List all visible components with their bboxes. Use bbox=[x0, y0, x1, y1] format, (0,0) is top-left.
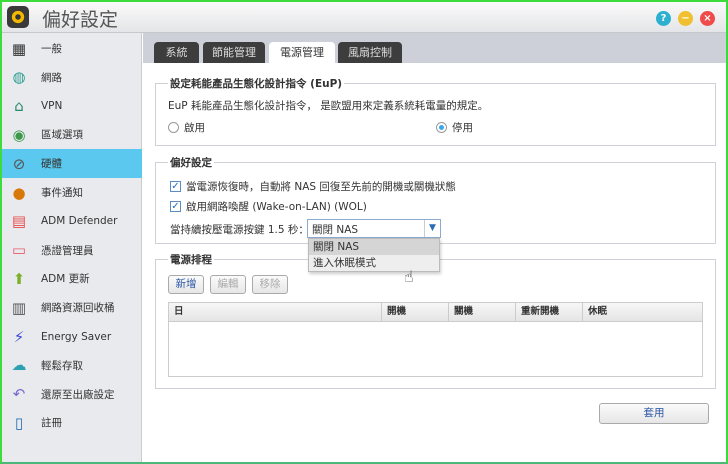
wol-label: 啟用網路喚醒 (Wake-on-LAN) (WOL) bbox=[186, 201, 367, 213]
title-bar: 偏好設定 ? − × bbox=[2, 2, 726, 33]
firewall-icon: ▤ bbox=[11, 212, 27, 231]
alert-icon: ● bbox=[12, 183, 26, 202]
close-icon[interactable]: × bbox=[700, 11, 715, 26]
sidebar-item-label: 輕鬆存取 bbox=[41, 359, 83, 372]
power-button-label: 當持續按壓電源按鍵 1.5 秒： bbox=[170, 224, 309, 236]
region-icon: ◉ bbox=[12, 125, 26, 144]
hardware-icon: ⊘ bbox=[12, 154, 26, 173]
sidebar-item-label: 還原至出廠設定 bbox=[41, 388, 115, 401]
nas-icon: ▦ bbox=[11, 39, 27, 58]
sidebar-item-label: 事件通知 bbox=[41, 187, 83, 199]
help-icon[interactable]: ? bbox=[656, 11, 671, 26]
sidebar-item-0[interactable]: ▦ 一般 bbox=[2, 34, 142, 63]
checkbox-checked-icon: ✓ bbox=[170, 181, 181, 192]
radio-checked-icon bbox=[436, 122, 447, 133]
sidebar-item-11[interactable]: ☁ 輕鬆存取 bbox=[2, 351, 142, 380]
sidebar-item-label: 註冊 bbox=[41, 417, 62, 430]
preferences-legend: 偏好設定 bbox=[170, 157, 212, 169]
option-shutdown[interactable]: 關閉 NAS bbox=[309, 239, 439, 255]
sidebar-item-label: 憑證管理員 bbox=[41, 244, 94, 257]
restore-state-label: 當電源恢復時，自動將 NAS 回復至先前的開機或關機狀態 bbox=[186, 181, 456, 193]
sidebar-item-7[interactable]: ▭ 憑證管理員 bbox=[2, 236, 142, 265]
tab-energy[interactable]: 節能管理 bbox=[203, 42, 265, 63]
preferences-window: 偏好設定 ? − × ▦ 一般 ◍ 網路 ⌂ VPN ◉ 區域選項 ⊘ 硬體 ● 事件通知 ▤ ADM D… bbox=[0, 0, 728, 464]
house-network-icon: ⌂ bbox=[14, 97, 24, 116]
sidebar-item-label: 網路資源回收桶 bbox=[41, 302, 115, 315]
trash-icon: ▥ bbox=[11, 298, 27, 317]
sidebar-item-label: VPN bbox=[41, 100, 63, 113]
register-icon: ▯ bbox=[14, 413, 24, 432]
power-button-select[interactable]: 關閉 NAS ▼ bbox=[307, 219, 441, 238]
sidebar-item-1[interactable]: ◍ 網路 bbox=[2, 63, 142, 92]
restore-state-checkbox[interactable]: ✓ 當電源恢復時，自動將 NAS 回復至先前的開機或關機狀態 bbox=[170, 179, 456, 194]
eup-enable-radio[interactable]: 啟用 bbox=[168, 120, 205, 135]
apply-button[interactable]: 套用 bbox=[599, 403, 709, 424]
sidebar-item-4[interactable]: ⊘ 硬體 bbox=[2, 149, 142, 179]
update-arrow-icon: ⬆ bbox=[12, 269, 26, 288]
add-button[interactable]: 新增 bbox=[168, 275, 204, 294]
sidebar: ▦ 一般 ◍ 網路 ⌂ VPN ◉ 區域選項 ⊘ 硬體 ● 事件通知 ▤ ADM Defender ▭ 憑證管… bbox=[2, 33, 142, 462]
app-logo-icon bbox=[7, 6, 29, 28]
eup-legend: 設定耗能產品生態化設計指令 (EuP) bbox=[170, 78, 343, 90]
sidebar-item-label: 硬體 bbox=[41, 158, 62, 171]
lightning-icon: ⚡ bbox=[13, 327, 25, 346]
sidebar-item-label: ADM Defender bbox=[41, 215, 118, 228]
sidebar-item-label: ADM 更新 bbox=[41, 273, 90, 286]
column-power-off[interactable]: 關機 bbox=[449, 303, 516, 321]
globe-icon: ◍ bbox=[12, 68, 26, 87]
tab-fan[interactable]: 風扇控制 bbox=[338, 42, 402, 63]
hand-cursor-icon: ☝ bbox=[404, 267, 414, 286]
edit-button[interactable]: 編輯 bbox=[210, 275, 246, 294]
power-button-dropdown: 關閉 NAS 進入休眠模式 bbox=[308, 238, 440, 272]
cloud-upload-icon: ☁ bbox=[11, 356, 27, 375]
sidebar-item-label: 一般 bbox=[41, 43, 62, 55]
table-header: 日 開機 關機 重新開機 休眠 bbox=[169, 303, 702, 322]
tab-system[interactable]: 系統 bbox=[154, 42, 199, 63]
sidebar-item-2[interactable]: ⌂ VPN bbox=[2, 92, 142, 121]
sidebar-item-13[interactable]: ▯ 註冊 bbox=[2, 408, 142, 437]
select-value: 關閉 NAS bbox=[312, 224, 359, 236]
column-day[interactable]: 日 bbox=[169, 303, 382, 321]
eup-enable-label: 啟用 bbox=[184, 122, 205, 134]
schedule-table: 日 開機 關機 重新開機 休眠 bbox=[168, 302, 703, 377]
checkbox-checked-icon: ✓ bbox=[170, 201, 181, 212]
sidebar-item-3[interactable]: ◉ 區域選項 bbox=[2, 120, 142, 149]
eup-disable-radio[interactable]: 停用 bbox=[436, 120, 473, 135]
tab-bar: 系統 節能管理 電源管理 風扇控制 bbox=[143, 33, 726, 63]
sidebar-item-10[interactable]: ⚡ Energy Saver bbox=[2, 322, 142, 351]
eup-description: EuP 耗能產品生態化設計指令， 是歐盟用來定義系統耗電量的規定。 bbox=[168, 100, 489, 112]
chevron-down-icon[interactable]: ▼ bbox=[424, 220, 440, 237]
remove-button[interactable]: 移除 bbox=[252, 275, 288, 294]
sidebar-item-12[interactable]: ↶ 還原至出廠設定 bbox=[2, 380, 142, 409]
sidebar-item-8[interactable]: ⬆ ADM 更新 bbox=[2, 264, 142, 293]
wol-checkbox[interactable]: ✓ 啟用網路喚醒 (Wake-on-LAN) (WOL) bbox=[170, 199, 367, 214]
column-restart[interactable]: 重新開機 bbox=[516, 303, 583, 321]
sidebar-item-5[interactable]: ● 事件通知 bbox=[2, 178, 142, 207]
undo-icon: ↶ bbox=[12, 385, 26, 404]
sidebar-item-6[interactable]: ▤ ADM Defender bbox=[2, 207, 142, 236]
sidebar-item-label: Energy Saver bbox=[41, 330, 112, 343]
column-sleep[interactable]: 休眠 bbox=[583, 303, 650, 321]
certificate-icon: ▭ bbox=[11, 241, 27, 260]
option-sleep[interactable]: 進入休眠模式 bbox=[309, 255, 439, 271]
eup-disable-label: 停用 bbox=[452, 122, 473, 134]
sidebar-item-label: 網路 bbox=[41, 71, 62, 84]
radio-icon bbox=[168, 122, 179, 133]
minimize-icon[interactable]: − bbox=[678, 11, 693, 26]
schedule-legend: 電源排程 bbox=[170, 254, 212, 266]
sidebar-item-label: 區域選項 bbox=[41, 129, 83, 142]
window-title: 偏好設定 bbox=[42, 9, 119, 31]
column-power-on[interactable]: 開機 bbox=[382, 303, 449, 321]
sidebar-item-9[interactable]: ▥ 網路資源回收桶 bbox=[2, 293, 142, 322]
tab-power[interactable]: 電源管理 bbox=[269, 42, 335, 63]
